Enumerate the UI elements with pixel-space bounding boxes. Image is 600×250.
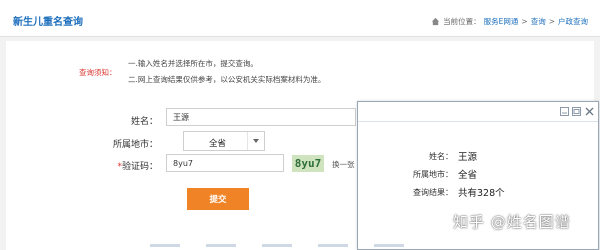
city-label: 所属地市： [112,140,158,150]
result-city-label: 所属地市： [413,170,453,179]
breadcrumb-separator: > [521,17,528,26]
name-label: 姓名： [130,117,158,127]
breadcrumb: 当前位置： 服务E网通 > 查询 > 户政查询 [431,16,588,27]
breadcrumb-item-query[interactable]: 查询 [531,16,546,27]
watermark: 知乎 @姓名图谱 [453,213,571,231]
captcha-image[interactable]: 8yu7 [292,155,324,172]
breadcrumb-separator: > [548,17,555,26]
notice-line: 二.网上查询结果仅供参考，以公安机关实际档案材料为准。 [128,75,326,84]
captcha-input[interactable] [166,154,284,172]
notice-label: 查询须知： [79,68,117,77]
close-icon[interactable] [585,107,594,116]
footer-link[interactable] [206,244,236,247]
captcha-label-text: 验证码： [121,162,158,172]
submit-button[interactable]: 提交 [187,188,249,210]
result-city-value: 全省 [458,170,478,181]
captcha-label: *验证码： [98,159,158,172]
city-select[interactable]: 全省 [183,131,265,151]
refresh-captcha-link[interactable]: 换一张 [332,159,355,170]
home-icon [431,17,440,26]
chevron-down-icon[interactable]: ⌄ [77,13,85,23]
city-select-value: 全省 [209,139,227,149]
result-name-value: 王源 [458,152,478,163]
page-header: 新生儿重名查询 ⌄ 当前位置： 服务E网通 > 查询 > 户政查询 [0,0,600,37]
result-name-label: 姓名： [429,152,453,161]
chevron-down-icon[interactable] [247,132,264,150]
footer-link[interactable] [262,244,292,247]
footer-links [150,244,450,250]
result-count-label: 查询结果： [413,188,453,197]
notice-line: 一.输入姓名并选择所在市，提交查询。 [128,59,258,68]
maximize-icon[interactable] [572,107,581,116]
footer-link[interactable] [374,244,404,247]
footer-link[interactable] [150,244,180,247]
popup-titlebar [358,102,598,122]
minimize-icon[interactable] [560,107,569,116]
footer-link[interactable] [318,244,348,247]
breadcrumb-item-service[interactable]: 服务E网通 [484,16,519,27]
page-title: 新生儿重名查询 [13,17,83,28]
name-input[interactable] [166,108,356,126]
breadcrumb-item-household[interactable]: 户政查询 [558,16,588,27]
breadcrumb-prefix: 当前位置： [443,17,481,26]
result-count-value: 共有328个 [458,188,505,199]
